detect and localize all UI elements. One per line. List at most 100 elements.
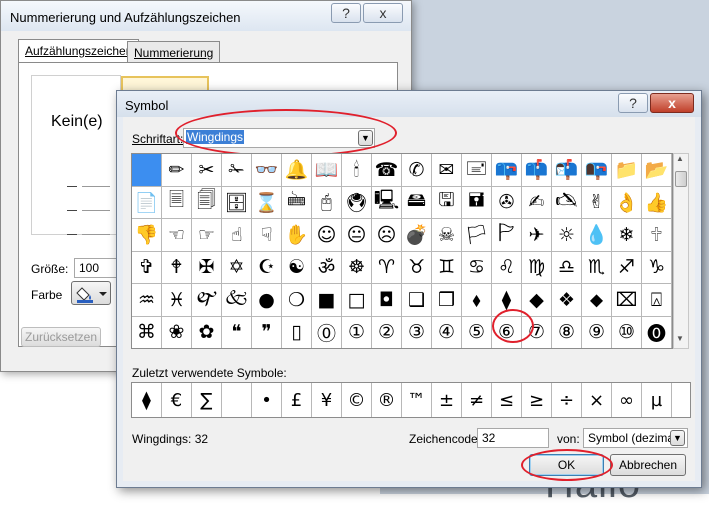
recent-symbol-cell[interactable]: ≤	[492, 383, 522, 417]
symbol-cell[interactable]: 🖬	[462, 186, 492, 219]
symbol-cell[interactable]: ①	[342, 316, 372, 348]
symbol-cell[interactable]: ❝	[222, 316, 252, 348]
recent-symbol-cell[interactable]: •	[252, 383, 282, 417]
symbol-cell[interactable]: 🔔	[282, 154, 312, 187]
symbol-cell[interactable]: ☼	[552, 219, 582, 252]
symbol-cell[interactable]: ⬥	[582, 284, 612, 317]
symbol-cell[interactable]: 📪	[492, 154, 522, 187]
symbol-cell[interactable]: ▯	[282, 316, 312, 348]
recent-symbol-cell[interactable]: £	[282, 383, 312, 417]
symbol-cell[interactable]: ☺	[312, 219, 342, 252]
symbol-cell[interactable]: 👍	[642, 186, 672, 219]
symbol-cell[interactable]: ☜	[162, 219, 192, 252]
from-select[interactable]: Symbol (dezimal) ▼	[583, 428, 688, 448]
tab-bullets[interactable]: Aufzählungszeichen	[18, 39, 140, 63]
symbol-cell[interactable]: ❖	[552, 284, 582, 317]
symbol-cell[interactable]: 😐	[342, 219, 372, 252]
symbol-cell[interactable]: ⑤	[462, 316, 492, 348]
recent-symbol-cell[interactable]: ±	[432, 383, 462, 417]
symbol-cell[interactable]: 🖎	[552, 186, 582, 219]
symbol-cell[interactable]: ♈	[372, 251, 402, 284]
symbol-cell[interactable]: ◆	[522, 284, 552, 317]
symbol-cell[interactable]: ॐ	[312, 251, 342, 284]
symbol-cell[interactable]: ♐	[612, 251, 642, 284]
symbol-cell[interactable]: ⑨	[582, 316, 612, 348]
symbol-cell[interactable]: ✞	[132, 251, 162, 284]
symbol-cell[interactable]: 🖃	[462, 154, 492, 187]
recent-symbol-cell[interactable]: ≠	[462, 383, 492, 417]
symbol-cell[interactable]: 🖳	[372, 186, 402, 219]
symbol-cell[interactable]: 🙰	[192, 284, 222, 317]
symbol-cell[interactable]: ❀	[162, 316, 192, 348]
symbol-cell[interactable]: 🗏	[162, 186, 192, 219]
recent-symbol-cell[interactable]: ©	[342, 383, 372, 417]
symbol-cell[interactable]: ⑩	[612, 316, 642, 348]
help-button[interactable]: ?	[618, 93, 648, 113]
symbol-cell[interactable]	[132, 154, 162, 187]
symbol-cell[interactable]: ✋	[282, 219, 312, 252]
symbol-cell[interactable]: ✿	[192, 316, 222, 348]
cancel-button[interactable]: Abbrechen	[610, 454, 686, 476]
symbol-cell[interactable]: □	[342, 284, 372, 317]
symbol-cell[interactable]: ❞	[252, 316, 282, 348]
symbol-cell[interactable]: ✌	[582, 186, 612, 219]
symbol-cell[interactable]: 📭	[582, 154, 612, 187]
recent-symbol-cell[interactable]: ∞	[612, 383, 642, 417]
symbol-cell[interactable]: ⑧	[552, 316, 582, 348]
reset-button[interactable]: Zurücksetzen	[21, 327, 101, 347]
symbol-cell[interactable]: ♏	[582, 251, 612, 284]
scrollbar-thumb[interactable]	[675, 171, 687, 187]
symbol-cell[interactable]: ③	[402, 316, 432, 348]
symbol-cell[interactable]: ☪	[252, 251, 282, 284]
symbol-cell[interactable]: 🗐	[192, 186, 222, 219]
symbol-cell[interactable]: 👓	[252, 154, 282, 187]
scroll-down-icon[interactable]: ▼	[676, 334, 684, 343]
symbol-cell[interactable]: ♊	[432, 251, 462, 284]
recent-symbol-cell[interactable]	[222, 383, 252, 417]
symbol-cell[interactable]: ✆	[402, 154, 432, 187]
symbol-cell[interactable]: ✇	[492, 186, 522, 219]
symbol-cell[interactable]: 🕆	[642, 219, 672, 252]
symbol-cell[interactable]: ✁	[222, 154, 252, 187]
symbol-cell[interactable]: ✉	[432, 154, 462, 187]
symbol-cell[interactable]: ⓪	[312, 316, 342, 348]
symbol-cell[interactable]: ⌘	[132, 316, 162, 348]
symbol-cell[interactable]: ■	[312, 284, 342, 317]
symbol-cell[interactable]: 📬	[552, 154, 582, 187]
close-button[interactable]: x	[650, 93, 694, 113]
symbol-cell[interactable]: ⌧	[612, 284, 642, 317]
symbol-cell[interactable]: ●	[252, 284, 282, 317]
symbol-cell[interactable]: ✠	[192, 251, 222, 284]
char-code-input[interactable]: 32	[477, 428, 549, 448]
recent-symbol-cell[interactable]: ¥	[312, 383, 342, 417]
symbol-cell[interactable]: ✂	[192, 154, 222, 187]
symbol-cell[interactable]: ♒	[132, 284, 162, 317]
symbol-cell[interactable]: 🖫	[432, 186, 462, 219]
symbol-cell[interactable]: ✏	[162, 154, 192, 187]
symbol-cell[interactable]: 🖲	[342, 186, 372, 219]
symbol-cell[interactable]: 👌	[612, 186, 642, 219]
symbol-cell[interactable]: ♓	[162, 284, 192, 317]
symbol-cell[interactable]: 💧	[582, 219, 612, 252]
symbol-cell[interactable]: ☯	[282, 251, 312, 284]
symbol-cell[interactable]: 🖰	[312, 186, 342, 219]
symbol-cell[interactable]: ❒	[432, 284, 462, 317]
symbol-cell[interactable]: ⌛	[252, 186, 282, 219]
symbol-cell[interactable]: 🕈	[162, 251, 192, 284]
recent-symbol-cell[interactable]: ≥	[522, 383, 552, 417]
recent-symbol-cell[interactable]: ⧫	[132, 383, 162, 417]
bullet-option-none[interactable]: Kein(e)	[31, 75, 121, 235]
symbol-cell[interactable]: 🖴	[402, 186, 432, 219]
symbol-cell[interactable]: ❍	[282, 284, 312, 317]
symbol-cell[interactable]: ☠	[432, 219, 462, 252]
recent-symbol-cell[interactable]: ÷	[552, 383, 582, 417]
symbol-cell[interactable]: 🕯	[342, 154, 372, 187]
symbol-cell[interactable]: ②	[372, 316, 402, 348]
chevron-down-icon[interactable]: ▼	[670, 430, 685, 446]
symbol-cell[interactable]: ⍓	[642, 284, 672, 317]
symbol-cell[interactable]: ✡	[222, 251, 252, 284]
tab-numbering[interactable]: Nummerierung	[127, 41, 221, 63]
recent-symbol-cell[interactable]: ®	[372, 383, 402, 417]
symbol-cell[interactable]: ♋	[462, 251, 492, 284]
symbol-cell[interactable]: 📖	[312, 154, 342, 187]
